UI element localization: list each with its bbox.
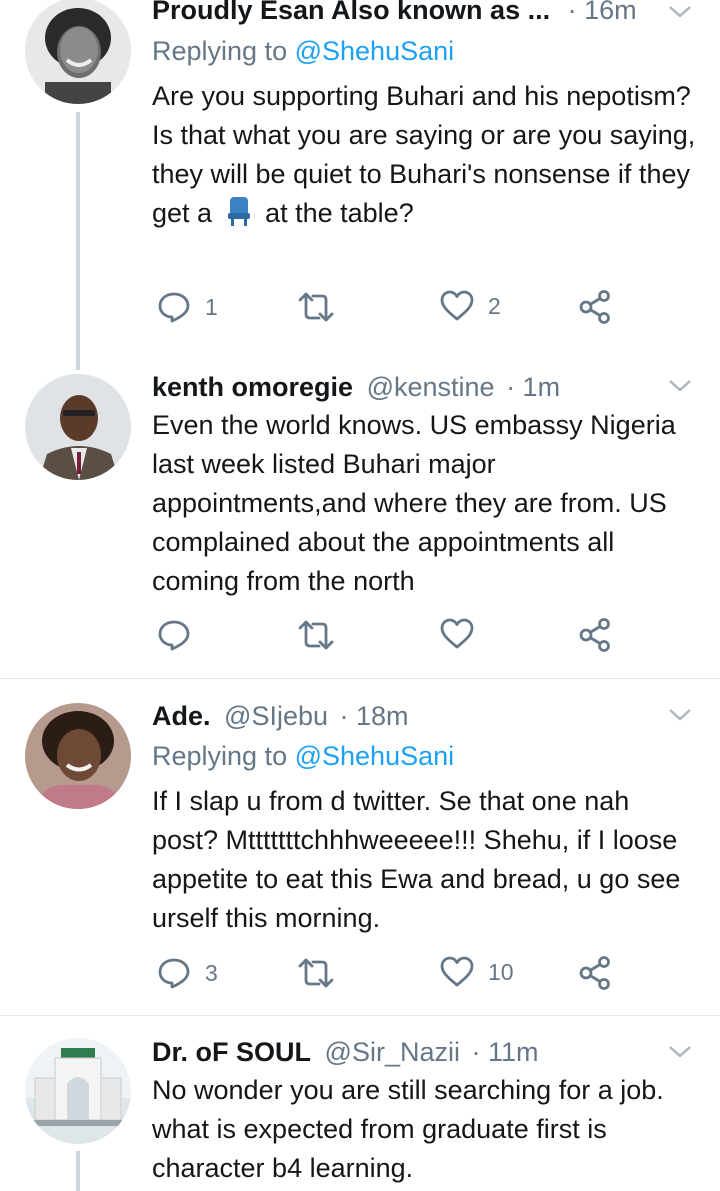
tweet[interactable]: Ade. @SIjebu · 18m Replying to @ShehuSan…	[0, 679, 720, 1015]
tweet-header: Proudly Esan Also known as ... · 16m	[152, 0, 637, 26]
avatar[interactable]	[25, 374, 131, 480]
chevron-down-icon[interactable]	[668, 705, 692, 725]
avatar[interactable]	[25, 0, 131, 104]
timestamp[interactable]: · 18m	[340, 701, 409, 731]
replying-prefix: Replying to	[152, 741, 288, 771]
replying-prefix: Replying to	[152, 36, 288, 66]
retweet-button[interactable]	[297, 618, 335, 652]
tweet-actions	[152, 618, 672, 658]
retweet-button[interactable]	[297, 956, 349, 990]
user-name[interactable]: Dr. oF SOUL	[152, 1037, 311, 1067]
tweet-header: kenth omoregie @kenstine · 1m	[152, 371, 560, 403]
seat-emoji-icon	[226, 196, 252, 226]
user-name[interactable]: Ade.	[152, 701, 211, 731]
chevron-down-icon[interactable]	[668, 2, 692, 22]
share-button[interactable]	[579, 290, 611, 324]
tweet[interactable]: kenth omoregie @kenstine · 1m Even the w…	[0, 366, 720, 676]
share-icon	[579, 618, 610, 652]
user-handle[interactable]: @Sir_Nazii	[325, 1037, 460, 1067]
retweet-icon	[298, 958, 334, 988]
user-handle[interactable]: @kenstine	[367, 372, 495, 402]
tweet-text: Are you supporting Buhari and his nepoti…	[152, 77, 697, 233]
user-name[interactable]: Proudly Esan Also known as ...	[152, 0, 550, 25]
timestamp[interactable]: · 11m	[471, 1037, 538, 1067]
tweet[interactable]: Dr. oF SOUL @Sir_Nazii · 11m No wonder y…	[0, 1016, 720, 1191]
reply-button[interactable]: 3	[157, 956, 218, 990]
avatar[interactable]	[25, 703, 131, 809]
thread-line	[76, 1151, 80, 1191]
retweet-icon	[298, 620, 334, 650]
reply-button[interactable]	[157, 618, 191, 652]
chevron-down-icon[interactable]	[668, 376, 692, 396]
user-handle[interactable]: @SIjebu	[224, 701, 328, 731]
reply-icon	[158, 292, 190, 323]
tweet-header: Ade. @SIjebu · 18m	[152, 700, 409, 732]
share-icon	[579, 956, 610, 990]
share-icon	[579, 290, 610, 324]
thread-line	[76, 112, 80, 370]
mention-link[interactable]: @ShehuSani	[295, 36, 455, 66]
replying-to: Replying to @ShehuSani	[152, 35, 454, 67]
timestamp[interactable]: · 1m	[506, 372, 560, 402]
tweet[interactable]: Proudly Esan Also known as ... · 16m Rep…	[0, 0, 720, 370]
user-name[interactable]: kenth omoregie	[152, 372, 353, 402]
like-button[interactable]: 2	[440, 290, 501, 322]
tweet-header: Dr. oF SOUL @Sir_Nazii · 11m	[152, 1036, 539, 1068]
tweet-text: Even the world knows. US embassy Nigeria…	[152, 410, 676, 596]
share-button[interactable]	[579, 956, 611, 990]
avatar[interactable]	[25, 1038, 131, 1144]
mention-link[interactable]: @ShehuSani	[295, 741, 455, 771]
heart-icon	[440, 956, 474, 987]
replying-to: Replying to @ShehuSani	[152, 740, 454, 772]
tweet-text-part: at the table?	[265, 198, 414, 228]
heart-icon	[440, 290, 474, 321]
reply-count: 3	[205, 959, 218, 986]
like-button[interactable]: 10	[440, 956, 514, 988]
reply-button[interactable]: 1	[157, 290, 218, 324]
tweet-text: If I slap u from d twitter. Se that one …	[152, 786, 681, 933]
share-button[interactable]	[579, 618, 611, 652]
retweet-icon	[298, 292, 334, 322]
like-count: 10	[488, 958, 514, 985]
tweet-actions: 3 10	[152, 956, 672, 996]
like-button[interactable]	[440, 618, 474, 650]
heart-icon	[440, 618, 474, 649]
like-count: 2	[488, 292, 501, 319]
chevron-down-icon[interactable]	[668, 1042, 692, 1062]
reply-icon	[158, 958, 190, 989]
timestamp[interactable]: · 16m	[568, 0, 637, 25]
reply-count: 1	[205, 293, 218, 320]
tweet-actions: 1 2	[152, 290, 672, 330]
retweet-button[interactable]	[297, 290, 349, 324]
tweet-text: No wonder you are still searching for a …	[152, 1075, 664, 1183]
reply-icon	[158, 620, 190, 651]
